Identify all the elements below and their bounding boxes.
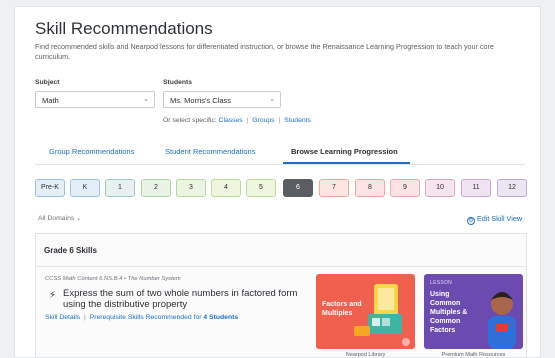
grade-button-11[interactable]: 11 bbox=[461, 179, 491, 197]
lesson-card-factors-multiples[interactable]: Factors and Multiples bbox=[316, 274, 415, 349]
subject-label: Subject bbox=[35, 79, 60, 86]
card-caption: Premium Math Resources bbox=[441, 352, 506, 358]
page-title: Skill Recommendations bbox=[35, 19, 213, 38]
tab-browse-learning-progression[interactable]: Browse Learning Progression bbox=[291, 147, 398, 156]
grade-button-2[interactable]: 2 bbox=[141, 179, 171, 197]
page-intro: Find recommended skills and Nearpod less… bbox=[35, 42, 494, 61]
students-select[interactable]: Ms. Morris's Class ⌄ bbox=[163, 91, 281, 108]
prerequisite-skills-link[interactable]: Prerequisite Skills Recommended for 4 St… bbox=[90, 314, 238, 321]
person-illustration bbox=[488, 292, 516, 349]
chevron-down-icon: ⌄ bbox=[143, 96, 149, 103]
grade-button-12[interactable]: 12 bbox=[497, 179, 527, 197]
grade-button-9[interactable]: 9 bbox=[390, 179, 420, 197]
grade-skills-section: Grade 6 Skills CCSS Math Content 6.NS.B.… bbox=[35, 233, 527, 358]
card-caption: Nearpod Library bbox=[345, 352, 386, 358]
skill-details-link[interactable]: Skill Details bbox=[45, 314, 80, 321]
domain-filter-value: All Domains bbox=[38, 215, 75, 222]
student-count: 4 Students bbox=[203, 314, 239, 321]
active-tab-indicator bbox=[283, 162, 410, 164]
students-value: Ms. Morris's Class bbox=[170, 96, 232, 105]
grade-button-5[interactable]: 5 bbox=[246, 179, 276, 197]
edit-skill-view-link[interactable]: ⚙ Edit Skill View bbox=[467, 214, 522, 225]
grade-button-7[interactable]: 7 bbox=[319, 179, 349, 197]
tab-divider bbox=[35, 164, 525, 165]
chevron-down-icon: ⌄ bbox=[76, 216, 82, 222]
grade-button-prek[interactable]: Pre-K bbox=[35, 179, 65, 197]
tab-student-recommendations[interactable]: Student Recommendations bbox=[165, 147, 255, 156]
subject-value: Math bbox=[42, 96, 59, 105]
select-specific-row: Or select specific: Classes | Groups | S… bbox=[163, 117, 311, 124]
skill-recommendations-panel: Skill Recommendations Find recommended s… bbox=[14, 6, 541, 358]
grade-button-6[interactable]: 6 bbox=[283, 179, 313, 197]
select-specific-label: Or select specific: bbox=[163, 117, 217, 124]
students-label: Students bbox=[163, 79, 193, 86]
lesson-card-common-multiples[interactable]: LESSON Using Common Multiples & Common F… bbox=[424, 274, 523, 349]
students-link[interactable]: Students bbox=[284, 117, 311, 124]
grade-button-1[interactable]: 1 bbox=[105, 179, 135, 197]
separator: | bbox=[84, 314, 86, 321]
grade-button-10[interactable]: 10 bbox=[425, 179, 455, 197]
grade-button-k[interactable]: K bbox=[70, 179, 100, 197]
classes-link[interactable]: Classes bbox=[219, 117, 243, 124]
grade-button-4[interactable]: 4 bbox=[211, 179, 241, 197]
standard-code: CCSS Math Content 6.NS.B.4 • The Number … bbox=[45, 276, 181, 282]
grade-button-3[interactable]: 3 bbox=[176, 179, 206, 197]
divider bbox=[36, 266, 526, 267]
groups-link[interactable]: Groups bbox=[252, 117, 274, 124]
edit-skill-view-label: Edit Skill View bbox=[477, 214, 523, 223]
section-heading: Grade 6 Skills bbox=[44, 246, 97, 255]
separator: | bbox=[278, 117, 281, 124]
subject-select[interactable]: Math ⌄ bbox=[35, 91, 155, 108]
chevron-down-icon: ⌄ bbox=[269, 96, 275, 103]
separator: | bbox=[246, 117, 249, 124]
lesson-illustration bbox=[354, 284, 410, 346]
domain-filter[interactable]: All Domains ⌄ bbox=[38, 215, 81, 222]
grade-button-8[interactable]: 8 bbox=[355, 179, 385, 197]
tab-group-recommendations[interactable]: Group Recommendations bbox=[49, 147, 134, 156]
skill-title: Express the sum of two whole numbers in … bbox=[63, 288, 298, 310]
settings-icon: ⚙ bbox=[467, 217, 475, 225]
lightning-icon: ⚡︎ bbox=[49, 290, 57, 301]
skill-links-row: Skill Details | Prerequisite Skills Reco… bbox=[45, 314, 238, 321]
